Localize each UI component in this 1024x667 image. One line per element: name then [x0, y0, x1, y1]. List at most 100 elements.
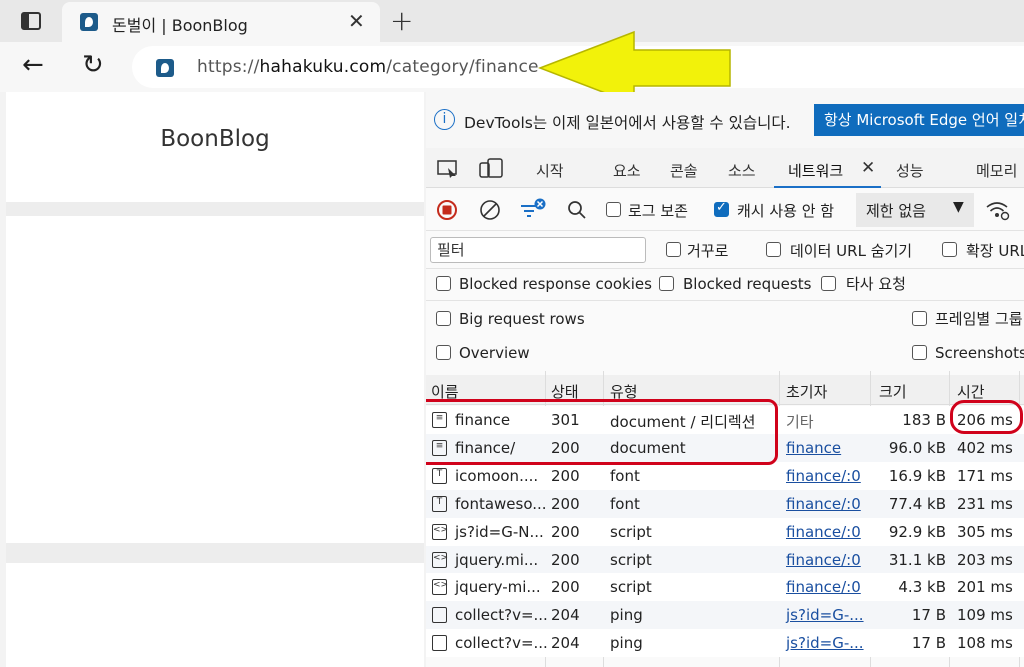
hide-data-url-checkbox[interactable]	[766, 242, 781, 257]
throttle-value: 제한 없음	[866, 202, 926, 220]
table-row[interactable]: Tfontaweso... 200 font finance/:0 77.4 kB 231…	[426, 489, 1024, 518]
tab-network[interactable]: 네트워크	[788, 160, 843, 181]
request-time: 305 ms	[957, 522, 1013, 541]
tab-console[interactable]: 콘솔	[670, 160, 698, 181]
request-initiator[interactable]: finance/:0	[786, 495, 861, 513]
request-name[interactable]: jquery.mi...	[455, 551, 538, 569]
invert-checkbox[interactable]	[666, 242, 681, 257]
request-initiator[interactable]: finance/:0	[786, 523, 861, 541]
network-conditions-icon[interactable]	[984, 199, 1010, 221]
request-size: 4.3 kB	[898, 578, 946, 597]
new-tab-button[interactable]: +	[390, 4, 413, 37]
tab-strip: 돈벌이 | BoonBlog ✕ +	[0, 0, 1024, 42]
request-size: 92.9 kB	[888, 522, 946, 541]
request-initiator[interactable]: finance	[786, 439, 841, 457]
close-tab-icon[interactable]: ✕	[348, 9, 365, 33]
request-initiator[interactable]: js?id=G-...	[786, 606, 864, 624]
request-size: 16.9 kB	[888, 466, 946, 485]
inspect-element-icon[interactable]	[436, 159, 460, 179]
request-name[interactable]: jquery-mi...	[455, 578, 541, 596]
reload-icon[interactable]: ↻	[82, 50, 104, 80]
url-path: /category/finance	[386, 57, 539, 77]
col-time[interactable]: 시간	[957, 381, 985, 402]
filter-input[interactable]	[437, 241, 637, 259]
network-toolbar: 로그 보존 캐시 사용 안 함 제한 없음 ▼	[426, 189, 1024, 231]
tab-elements[interactable]: 요소	[613, 160, 641, 181]
invert-label: 거꾸로	[687, 242, 729, 260]
request-name[interactable]: icomoon....	[455, 467, 538, 485]
disable-cache-checkbox[interactable]	[714, 200, 729, 217]
match-language-button[interactable]: 항상 Microsoft Edge 언어 일치	[814, 104, 1024, 136]
col-initiator[interactable]: 초기자	[786, 381, 827, 402]
request-initiator[interactable]: finance/:0	[786, 551, 861, 569]
language-notice: i DevTools는 이제 일본어에서 사용할 수 있습니다. 항상 Micr…	[426, 92, 1024, 148]
col-size[interactable]: 크기	[879, 381, 907, 402]
request-time: 201 ms	[957, 578, 1013, 597]
table-row[interactable]: <> jquery.mi... 200 script finance/:0 31.1 kB…	[426, 545, 1024, 574]
third-party-checkbox[interactable]	[821, 276, 836, 291]
tab-actions-icon[interactable]	[21, 12, 41, 30]
screenshots-checkbox[interactable]	[912, 345, 927, 360]
initiator-link[interactable]: finance/:0	[786, 551, 861, 569]
table-row[interactable]: collect?v=... 204 ping js?id=G-... 17 B 109 m…	[426, 601, 1024, 630]
filter-field[interactable]	[430, 237, 646, 263]
notice-text: DevTools는 이제 일본어에서 사용할 수 있습니다.	[464, 114, 791, 132]
ping-resource-icon	[432, 607, 447, 624]
table-row[interactable]: <> jquery-mi... 200 script finance/:0 4.3 kB 2…	[426, 573, 1024, 602]
tab-welcome[interactable]: 시작	[536, 160, 564, 181]
tab-sources[interactable]: 소스	[728, 160, 756, 181]
tab-performance[interactable]: 성능	[896, 160, 924, 181]
request-name[interactable]: js?id=G-N...	[455, 523, 544, 541]
request-size: 17 B	[911, 606, 946, 625]
clear-icon[interactable]	[479, 199, 501, 221]
initiator-link[interactable]: finance/:0	[786, 495, 861, 513]
request-status: 204	[551, 634, 580, 653]
table-row[interactable]: <> js?id=G-N... 200 script finance/:0 92.9 kB…	[426, 517, 1024, 546]
request-initiator[interactable]: finance/:0	[786, 467, 861, 485]
back-arrow-icon[interactable]: ←	[22, 50, 44, 80]
request-status: 200	[551, 494, 580, 513]
group-by-frame-label: 프레임별 그룹	[935, 310, 1023, 328]
hide-extension-url-checkbox[interactable]	[942, 242, 957, 257]
request-name[interactable]: collect?v=...	[455, 634, 548, 652]
big-rows-checkbox[interactable]	[436, 311, 451, 326]
overview-checkbox[interactable]	[436, 345, 451, 360]
browser-tab[interactable]: 돈벌이 | BoonBlog ✕	[62, 2, 380, 42]
filter-toggle-icon[interactable]	[518, 197, 548, 223]
request-initiator[interactable]: finance/:0	[786, 578, 861, 596]
blocked-requests-checkbox[interactable]	[659, 276, 674, 291]
request-size: 77.4 kB	[888, 494, 946, 513]
screenshots-label: Screenshots	[935, 344, 1024, 362]
blog-title[interactable]: BoonBlog	[6, 126, 424, 152]
initiator-link[interactable]: js?id=G-...	[786, 634, 864, 652]
request-type: ping	[610, 606, 643, 625]
group-by-frame-checkbox[interactable]	[912, 311, 927, 326]
blocked-requests-label: Blocked requests	[683, 275, 812, 293]
address-url[interactable]: https://hahakuku.com/category/finance	[197, 57, 539, 77]
request-name[interactable]: collect?v=...	[455, 606, 548, 624]
initiator-link[interactable]: finance/:0	[786, 467, 861, 485]
page-info-icon[interactable]	[156, 59, 174, 77]
script-resource-icon: <>	[432, 523, 448, 540]
tab-memory[interactable]: 메모리	[976, 160, 1017, 181]
throttle-select[interactable]: 제한 없음 ▼	[856, 193, 974, 227]
device-emulation-icon[interactable]	[478, 157, 504, 179]
table-row[interactable]: collect?v=... 204 ping js?id=G-... 17 B 108 m…	[426, 629, 1024, 658]
request-size: 17 B	[911, 634, 946, 653]
url-prefix: https://	[197, 57, 260, 77]
initiator-link[interactable]: finance/:0	[786, 523, 861, 541]
initiator-link[interactable]: finance/:0	[786, 578, 861, 596]
initiator-link[interactable]: js?id=G-...	[786, 606, 864, 624]
browser-toolbar: ← ↻ https://hahakuku.com/category/financ…	[0, 42, 1024, 92]
preserve-log-checkbox[interactable]	[606, 202, 621, 217]
table-row[interactable]: Ticomoon.... 200 font finance/:0 16.9 kB 171 …	[426, 461, 1024, 490]
blocked-cookies-label: Blocked response cookies	[459, 275, 652, 293]
search-icon[interactable]	[566, 199, 588, 221]
dropdown-arrow-icon: ▼	[953, 199, 964, 215]
record-stop-icon[interactable]	[436, 199, 458, 221]
request-initiator[interactable]: js?id=G-...	[786, 634, 864, 652]
request-name[interactable]: fontaweso...	[455, 495, 547, 513]
initiator-link[interactable]: finance	[786, 439, 841, 457]
close-network-tab-icon[interactable]: ✕	[861, 158, 875, 178]
blocked-cookies-checkbox[interactable]	[436, 276, 451, 291]
